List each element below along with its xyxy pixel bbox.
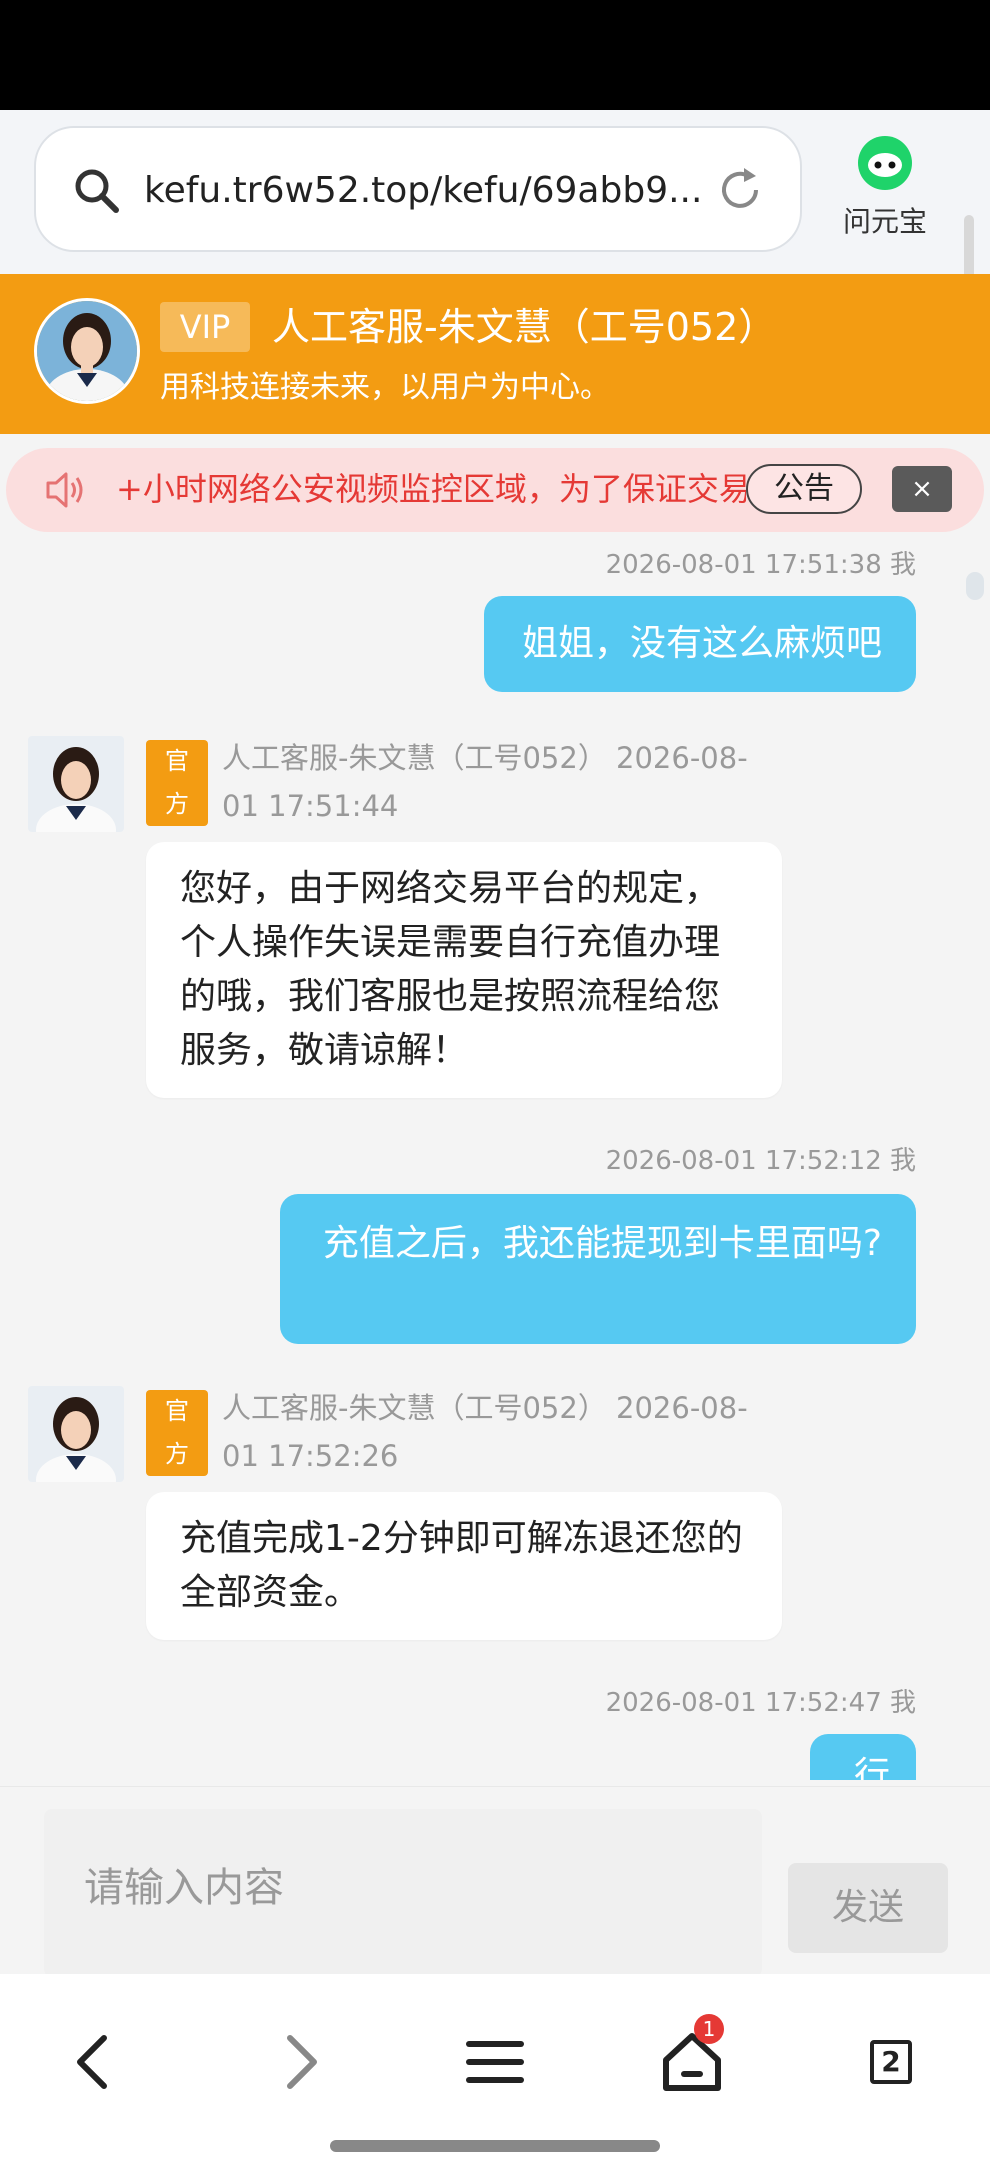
menu-icon [466,2041,524,2083]
agent-message-meta: 人工客服-朱文慧（工号052） 2026-08-01 17:51:44 [222,741,748,823]
notification-badge: 1 [694,2014,724,2044]
self-message-bubble: 行 [810,1734,916,1780]
back-button[interactable] [56,2022,136,2102]
agent-title: 人工客服-朱文慧（工号052） [272,305,777,349]
menu-button[interactable] [455,2022,535,2102]
agent-header: VIP 人工客服-朱文慧（工号052） 用科技连接未来，以用户为中心。 [0,274,990,434]
official-tag-char: 官 [165,747,189,775]
url-field[interactable]: kefu.tr6w52.top/kefu/69abb9... [34,126,802,252]
yuanbao-logo-icon [858,136,912,190]
official-tag-char: 方 [165,1440,189,1468]
vip-badge: VIP [160,302,250,352]
agent-message-bubble: 充值完成1-2分钟即可解冻退还您的全部资金。 [146,1492,782,1640]
notice-bar: +小时网络公安视频监控区域，为了保证交易安全 公告 × [6,448,984,532]
agent-message-bubble: 您好，由于网络交易平台的规定，个人操作失误是需要自行充值办理的哦，我们客服也是按… [146,842,782,1098]
home-indicator[interactable] [330,2140,660,2152]
agent-message-avatar [28,1386,124,1482]
search-icon [75,169,119,213]
official-tag-char: 官 [165,1397,189,1425]
notice-close-button[interactable]: × [892,466,952,512]
url-text: kefu.tr6w52.top/kefu/69abb9... [144,170,703,211]
agent-slogan: 用科技连接未来，以用户为中心。 [160,370,610,405]
announcement-button[interactable]: 公告 [746,464,862,514]
self-message-bubble: 姐姐，没有这么麻烦吧 [484,596,916,692]
send-button[interactable]: 发送 [788,1863,948,1953]
forward-button[interactable] [258,2022,338,2102]
status-bar [0,0,990,110]
notice-marquee: +小时网络公安视频监控区域，为了保证交易安全 [116,448,746,532]
message-meta: 2026-08-01 17:51:38 我 [605,550,916,580]
tab-count: 2 [870,2040,912,2084]
notice-text: +小时网络公安视频监控区域，为了保证交易安全 [116,470,746,508]
message-composer: 发送 [0,1786,990,1977]
self-message-bubble: 充值之后，我还能提现到卡里面吗? [280,1194,916,1344]
message-meta: 2026-08-01 17:52:12 我 [605,1146,916,1176]
official-tag-char: 方 [165,790,189,818]
side-scroll-handle[interactable] [966,572,984,600]
official-tag: 官 方 [146,740,208,826]
speaker-icon [46,472,83,508]
chevron-right-icon [287,2035,317,2089]
reload-icon[interactable] [714,164,766,216]
agent-message-meta: 人工客服-朱文慧（工号052） 2026-08-01 17:52:26 [222,1391,748,1473]
chat-message-list[interactable]: 2026-08-01 17:51:38 我 姐姐，没有这么麻烦吧 官 方 人工客… [0,540,990,1780]
chevron-left-icon [77,2035,107,2089]
yuanbao-assistant-button[interactable]: 问元宝 [834,134,936,240]
yuanbao-label: 问元宝 [842,205,927,238]
home-button[interactable]: 1 [652,2014,732,2102]
message-meta: 2026-08-01 17:52:47 我 [605,1688,916,1718]
message-input[interactable] [44,1809,762,1977]
agent-avatar [34,298,140,404]
browser-address-bar: kefu.tr6w52.top/kefu/69abb9... 问元宝 [0,110,990,274]
agent-message-avatar [28,736,124,832]
official-tag: 官 方 [146,1390,208,1476]
tabs-button[interactable]: 2 [850,2022,930,2102]
